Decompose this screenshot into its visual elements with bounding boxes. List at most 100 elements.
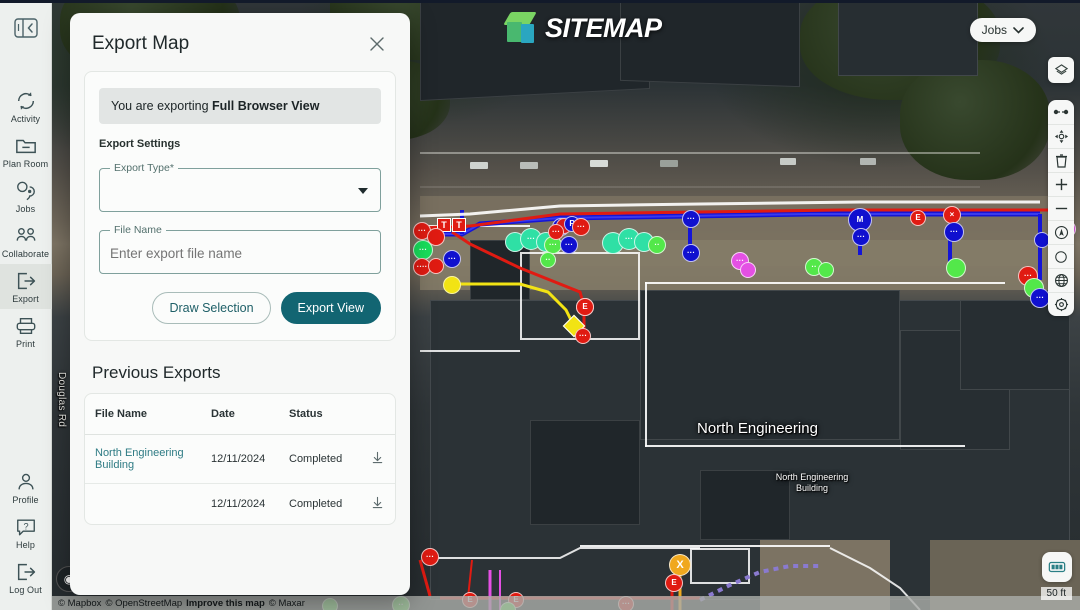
table-row: 12/11/2024 Completed (85, 484, 395, 525)
map-marker[interactable]: ·· (648, 236, 666, 254)
export-scope-banner: You are exporting Full Browser View (99, 88, 381, 124)
chevron-down-icon (1013, 26, 1024, 34)
sidebar-item-label: Plan Room (2, 159, 49, 169)
export-settings-label: Export Settings (99, 138, 181, 150)
map-pin-icon (16, 181, 35, 201)
globe-icon[interactable] (1048, 268, 1074, 292)
sidebar-item-collaborate[interactable]: Collaborate (0, 219, 52, 264)
map-marker[interactable] (818, 262, 834, 278)
chevron-down-icon[interactable] (358, 188, 368, 194)
cell-date: 12/11/2024 (211, 498, 266, 510)
map-marker-square[interactable]: T (452, 218, 466, 232)
layers-button[interactable] (1048, 57, 1074, 83)
map-tool-stack (1048, 100, 1074, 316)
trash-icon[interactable] (1048, 148, 1074, 172)
jobs-dropdown-label: Jobs (981, 23, 1007, 37)
map-marker[interactable] (740, 262, 756, 278)
close-icon[interactable] (366, 33, 388, 55)
map-marker[interactable]: ··· (1030, 288, 1050, 308)
cell-file-name (85, 484, 201, 525)
export-view-button[interactable]: Export View (280, 292, 381, 324)
folder-icon (15, 139, 36, 154)
scale-bar-button[interactable] (1042, 552, 1072, 582)
download-arrow-icon[interactable] (371, 496, 384, 512)
sidebar-item-activity[interactable]: Activity (0, 84, 52, 129)
export-type-legend: Export Type* (110, 162, 178, 174)
map-marker[interactable]: ··· (548, 224, 564, 240)
map-marker[interactable]: ··· (682, 210, 700, 228)
map-marker[interactable]: ··· (944, 222, 964, 242)
browser-top-edge (0, 0, 1080, 3)
modal-button-row: Draw Selection Export View (99, 292, 381, 324)
question-bubble-icon: ? (16, 519, 35, 536)
sidebar-item-label: Activity (10, 114, 41, 124)
compass-north-icon[interactable] (1048, 220, 1074, 244)
map-marker[interactable]: ··· (852, 228, 870, 246)
map-marker[interactable]: ··· (421, 548, 439, 566)
jobs-dropdown-button[interactable]: Jobs (969, 18, 1036, 42)
sidebar-item-logout[interactable]: Log Out (0, 555, 52, 600)
sidebar-item-print[interactable]: Print (0, 309, 52, 354)
map-marker[interactable] (443, 276, 461, 294)
table-row: North Engineering Building 12/11/2024 Co… (85, 434, 395, 484)
app-root: T T ··· ··· ···· ··· ··· ··· ·· ··· ··· … (0, 0, 1080, 610)
attrib-improve-link[interactable]: Improve this map (186, 598, 265, 609)
scale-bar-icon (1048, 561, 1066, 573)
cell-file-name: North Engineering Building (85, 434, 201, 484)
export-map-modal: Export Map You are exporting Full Browse… (70, 13, 410, 595)
logout-arrow-icon (17, 563, 35, 581)
export-settings-card: You are exporting Full Browser View Expo… (84, 71, 400, 341)
zoom-in-icon[interactable] (1048, 172, 1074, 196)
draw-selection-button[interactable]: Draw Selection (152, 292, 271, 324)
map-marker[interactable]: X (669, 554, 691, 576)
map-marker[interactable]: ··· (682, 244, 700, 262)
column-header-status: Status (279, 394, 359, 435)
cell-status: Completed (279, 434, 359, 484)
cell-download (359, 434, 395, 484)
map-marker[interactable]: ··· (575, 328, 591, 344)
sidebar-item-label: Collaborate (1, 249, 50, 259)
previous-exports-title: Previous Exports (92, 363, 221, 382)
modal-header: Export Map (70, 13, 410, 65)
file-name-legend: File Name (110, 224, 166, 236)
settings-gear-icon[interactable] (1048, 292, 1074, 316)
move-icon[interactable] (1048, 124, 1074, 148)
map-marker[interactable]: E (665, 574, 683, 592)
sidebar-item-jobs[interactable]: Jobs (0, 174, 52, 219)
sidebar-item-export[interactable]: Export (0, 264, 52, 309)
sidebar-item-profile[interactable]: Profile (0, 465, 52, 510)
circle-draw-icon[interactable] (1048, 244, 1074, 268)
file-name-input[interactable] (110, 241, 400, 265)
map-marker[interactable]: E (576, 298, 594, 316)
sidebar-item-label: Print (15, 339, 35, 349)
attrib-mapbox: © Mapbox (58, 597, 102, 609)
table-header-row: File Name Date Status (85, 394, 395, 435)
zoom-out-icon[interactable] (1048, 196, 1074, 220)
left-sidebar: Activity Plan Room Jobs Collaborate Expo… (0, 0, 52, 610)
sidebar-item-label: Help (16, 540, 35, 550)
previous-exports-table: File Name Date Status North Engineering … (84, 393, 396, 525)
map-marker[interactable]: ··· (413, 240, 433, 260)
sidebar-item-plan-room[interactable]: Plan Room (0, 129, 52, 174)
sidebar-item-help[interactable]: ? Help (0, 510, 52, 555)
export-type-select[interactable]: Export Type* (99, 162, 381, 212)
map-marker[interactable] (946, 258, 966, 278)
measure-distance-icon[interactable] (1048, 100, 1074, 124)
sidebar-item-label: Export (12, 294, 39, 304)
map-street-label: Douglas Rd (56, 372, 67, 428)
map-marker[interactable]: ·· (540, 252, 556, 268)
column-header-date: Date (201, 394, 279, 435)
map-marker[interactable]: ··· (572, 218, 590, 236)
sidebar-item-label: Profile (12, 495, 39, 505)
map-marker[interactable]: ··· (443, 250, 461, 268)
map-marker[interactable] (428, 258, 444, 274)
user-icon (17, 473, 34, 490)
download-arrow-icon[interactable] (371, 451, 384, 467)
map-marker[interactable]: E (910, 210, 926, 226)
export-file-link[interactable]: North Engineering Building (95, 447, 184, 471)
attrib-osm: © OpenStreetMap (105, 597, 183, 609)
panel-collapse-icon[interactable] (11, 16, 41, 40)
map-marker[interactable]: ··· (560, 236, 578, 254)
file-name-field[interactable]: File Name (99, 224, 400, 274)
attrib-maxar: © Maxar (268, 597, 305, 609)
